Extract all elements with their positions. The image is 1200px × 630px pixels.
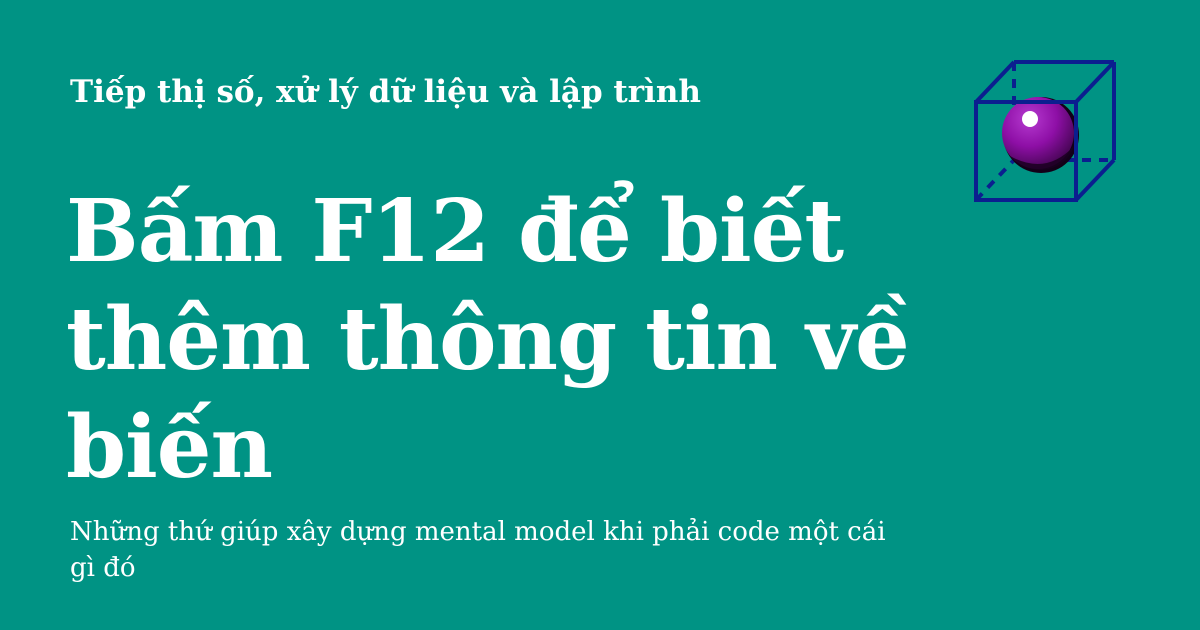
title-line: thêm thông tin về xyxy=(66,289,910,390)
site-tagline: Tiếp thị số, xử lý dữ liệu và lập trình xyxy=(70,74,701,110)
title-line: Bấm F12 để biết xyxy=(66,181,844,282)
title-line: biến xyxy=(66,397,273,498)
social-card: Tiếp thị số, xử lý dữ liệu và lập trình … xyxy=(0,0,1200,630)
page-subtitle: Những thứ giúp xây dựng mental model khi… xyxy=(70,514,930,586)
subtitle-line: Những thứ giúp xây dựng mental model khi… xyxy=(70,517,886,547)
cube-with-sphere-icon xyxy=(974,60,1116,202)
subtitle-line: gì đó xyxy=(70,553,136,583)
page-title: Bấm F12 để biết thêm thông tin về biến xyxy=(66,178,926,502)
